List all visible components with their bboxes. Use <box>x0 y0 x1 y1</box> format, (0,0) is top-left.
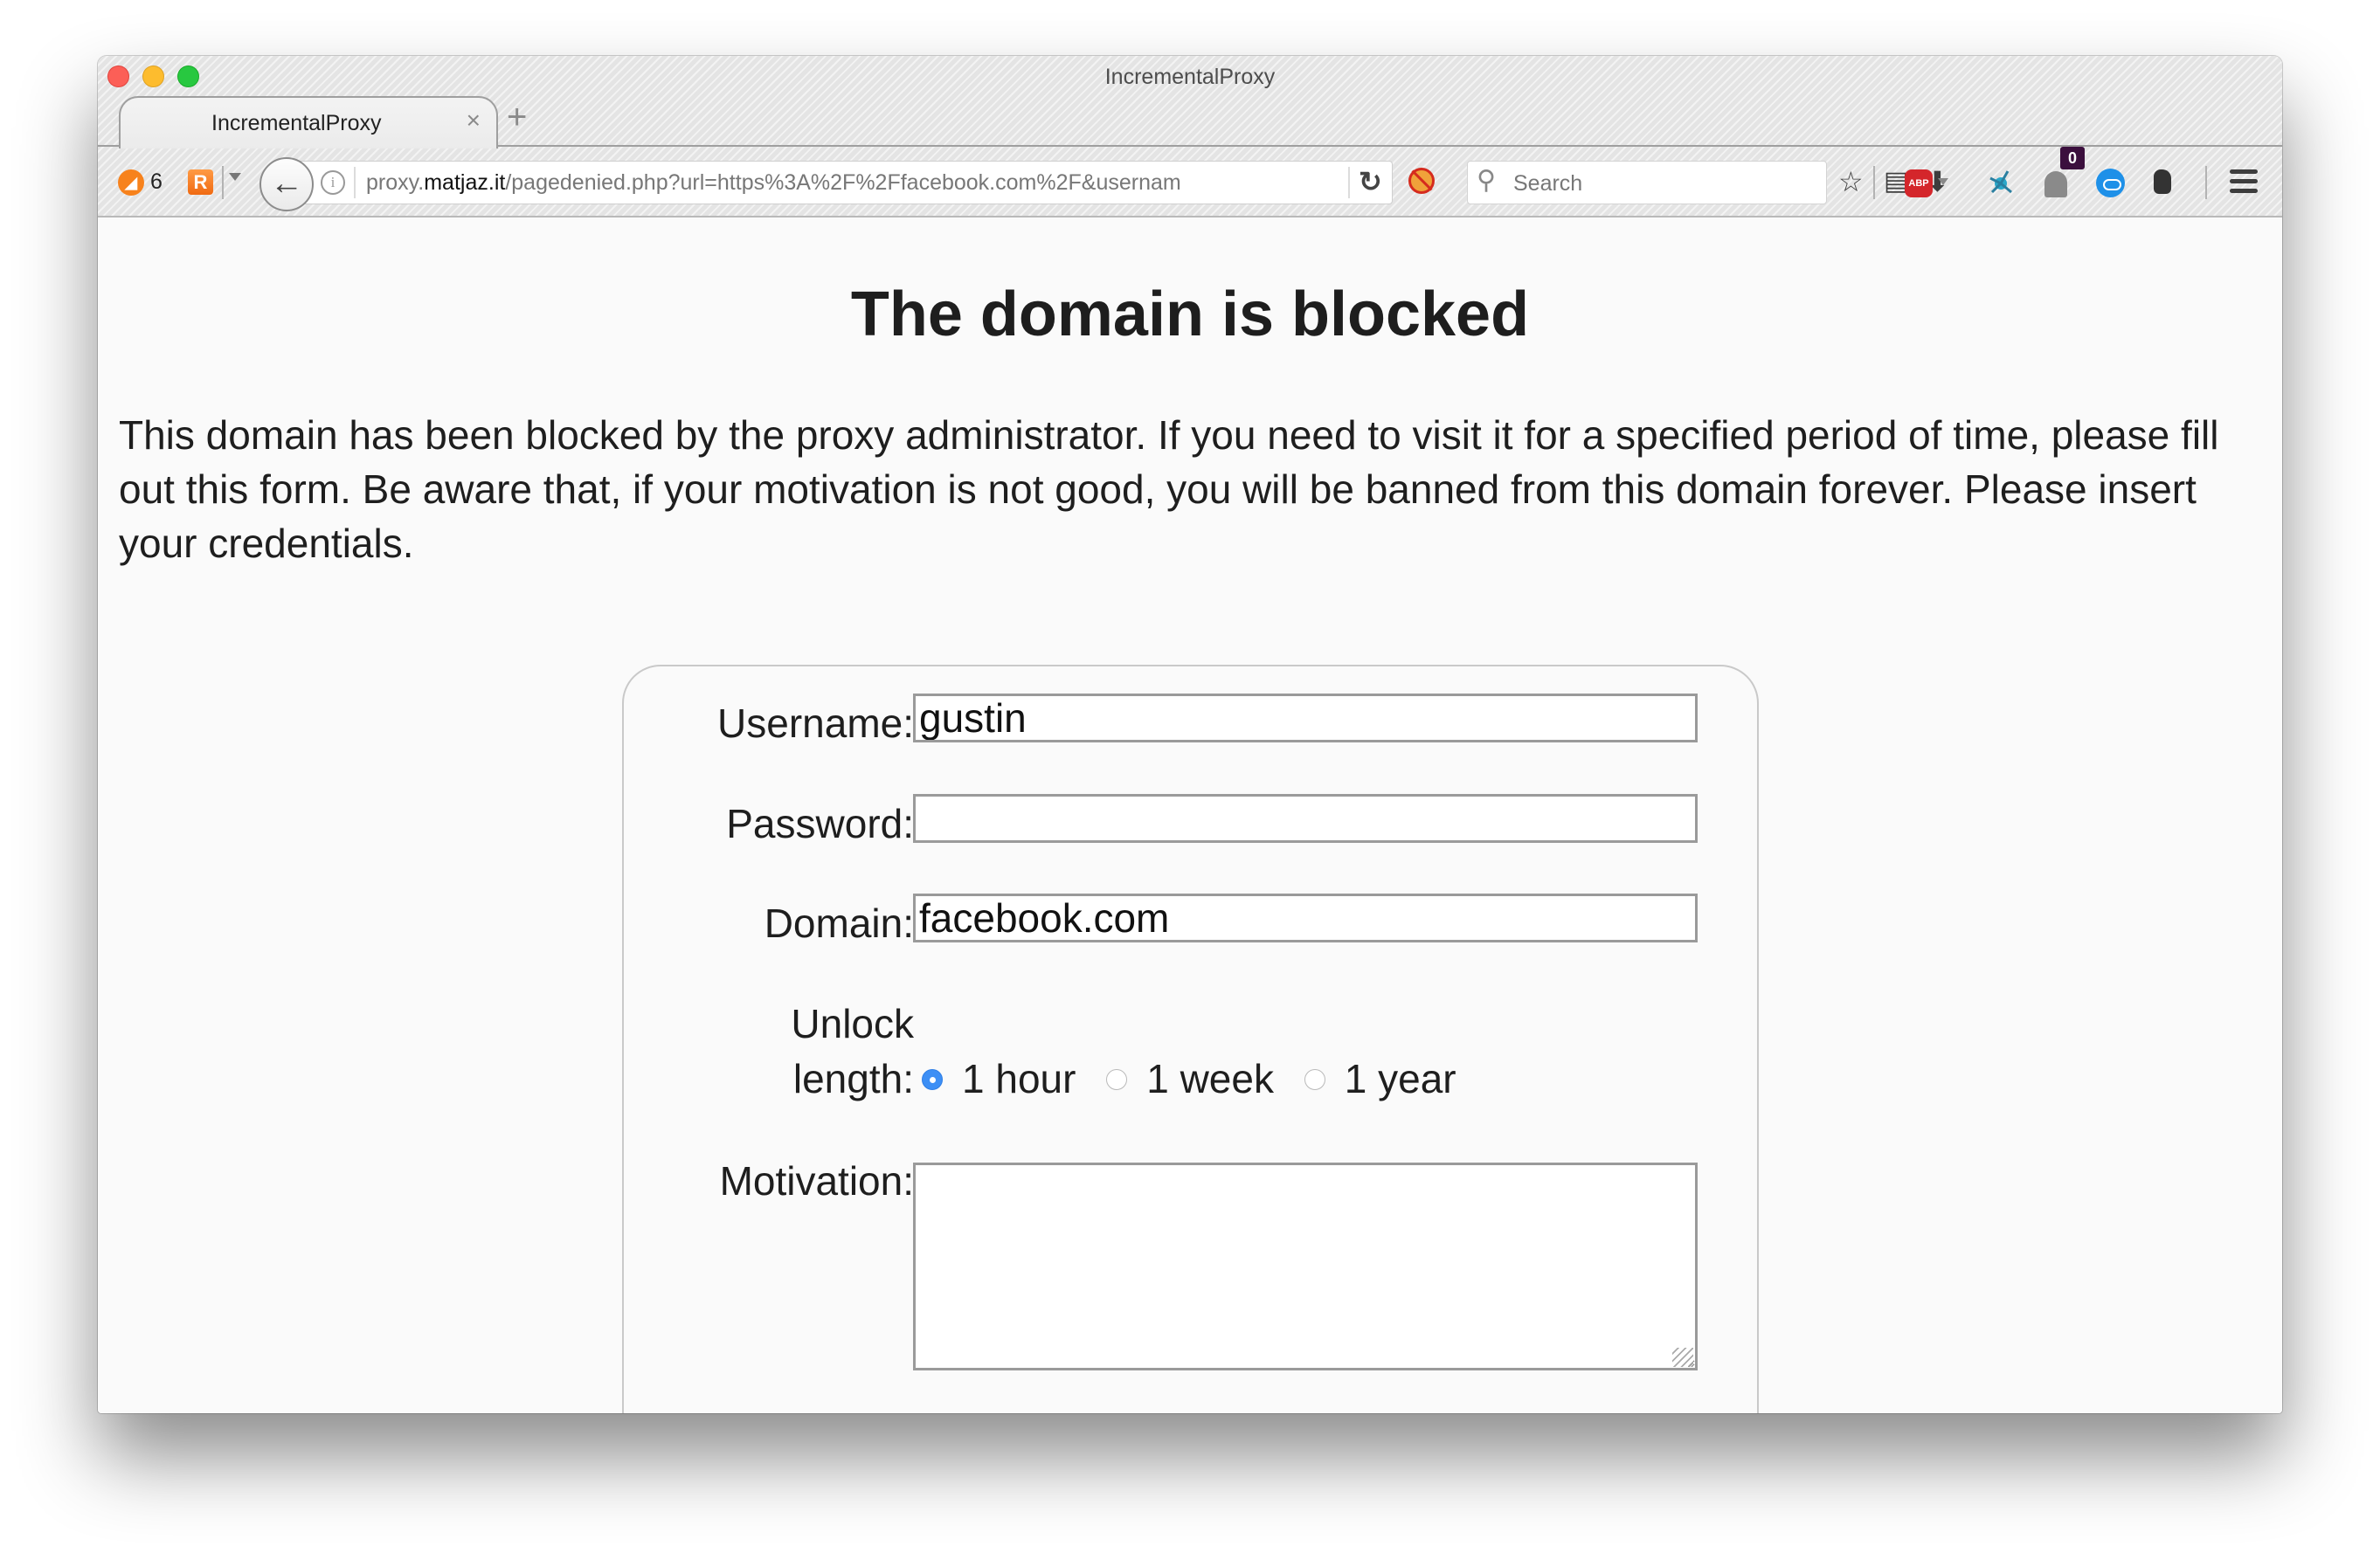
unlock-option-1-year[interactable]: 1 year <box>1304 1055 1456 1102</box>
url-path: /pagedenied.php?url=https%3A%2F%2Ffacebo… <box>505 170 1181 195</box>
radio-1-year[interactable] <box>1304 1068 1325 1090</box>
radio-label: 1 week <box>1146 1056 1274 1101</box>
url-separator <box>354 167 356 198</box>
username-field[interactable] <box>913 694 1698 742</box>
network-extension-icon[interactable] <box>1985 168 2017 197</box>
adblock-plus-icon[interactable]: ABP <box>1905 169 1933 197</box>
intro-paragraph: This domain has been blocked by the prox… <box>119 412 2219 566</box>
page-title: The domain is blocked <box>850 280 1530 349</box>
motivation-label: Motivation: <box>719 1158 914 1204</box>
reader-extension-icon[interactable]: R <box>188 169 213 195</box>
bookmark-star-icon[interactable]: ☆ <box>1838 162 1864 201</box>
url-separator <box>1348 167 1350 198</box>
radio-label: 1 year <box>1344 1056 1456 1101</box>
username-label: Username: <box>717 701 914 746</box>
page-content: The domain is blocked This domain has be… <box>98 217 2282 1413</box>
navigation-toolbar: ◢ 6 R i proxy.matjaz.it/pagedenied.php?u… <box>98 147 2282 216</box>
cloud-sync-icon[interactable] <box>2096 169 2125 197</box>
rss-unread-count: 6 <box>150 169 163 194</box>
unlock-label-line2: length: <box>792 1056 914 1101</box>
browser-chrome: IncrementalProxy IncrementalProxy × + ◢ … <box>98 56 2282 217</box>
history-dropdown-icon[interactable] <box>229 173 241 181</box>
radio-1-week[interactable] <box>1106 1068 1128 1090</box>
ghostery-count-badge: 0 <box>2060 147 2085 169</box>
tab-incrementalproxy[interactable]: IncrementalProxy × <box>119 96 498 148</box>
unlock-option-1-week[interactable]: 1 week <box>1106 1055 1274 1102</box>
unlock-length-options: 1 hour 1 week 1 year <box>922 1055 1476 1102</box>
password-label: Password: <box>726 801 914 846</box>
hamburger-menu-icon[interactable] <box>2230 169 2258 198</box>
ghostery-icon[interactable] <box>2044 171 2067 197</box>
evernote-icon[interactable] <box>2154 169 2171 194</box>
url-bar[interactable]: i proxy.matjaz.it/pagedenied.php?url=htt… <box>290 161 1393 204</box>
new-tab-button[interactable]: + <box>507 100 527 135</box>
url-text[interactable]: proxy.matjaz.it/pagedenied.php?url=https… <box>366 170 1181 196</box>
search-placeholder: Search <box>1513 171 1583 196</box>
domain-field[interactable] <box>913 894 1698 942</box>
motivation-textarea[interactable] <box>913 1163 1698 1370</box>
back-button[interactable]: ← <box>259 157 314 211</box>
password-field[interactable] <box>913 794 1698 843</box>
rss-feed-icon[interactable]: ◢ <box>118 169 144 196</box>
url-host: matjaz.it <box>424 170 506 195</box>
url-host-prefix: proxy. <box>366 170 425 195</box>
unlock-request-form: Username: Password: Domain: Unlock lengt… <box>622 665 1759 1413</box>
radio-1-hour[interactable] <box>922 1068 943 1090</box>
search-bar[interactable]: ⚲ Search <box>1467 161 1827 204</box>
close-tab-icon[interactable]: × <box>467 107 481 135</box>
domain-label: Domain: <box>764 901 914 946</box>
radio-label: 1 hour <box>962 1056 1076 1101</box>
toolbar-separator <box>222 166 224 199</box>
window-title: IncrementalProxy <box>1104 65 1276 89</box>
search-icon: ⚲ <box>1477 166 1496 195</box>
tab-title: IncrementalProxy <box>211 111 382 135</box>
toolbar-separator <box>2205 166 2207 199</box>
unlock-option-1-hour[interactable]: 1 hour <box>922 1055 1076 1102</box>
adblock-dropdown-icon[interactable] <box>1938 178 1948 185</box>
site-info-icon[interactable]: i <box>321 170 345 195</box>
reload-icon[interactable]: ↻ <box>1359 165 1382 198</box>
noscript-icon[interactable] <box>1408 168 1435 194</box>
unlock-label-line1: Unlock <box>791 1001 914 1046</box>
toolbar-separator <box>1873 166 1875 199</box>
browser-window: IncrementalProxy IncrementalProxy × + ◢ … <box>98 56 2282 1413</box>
